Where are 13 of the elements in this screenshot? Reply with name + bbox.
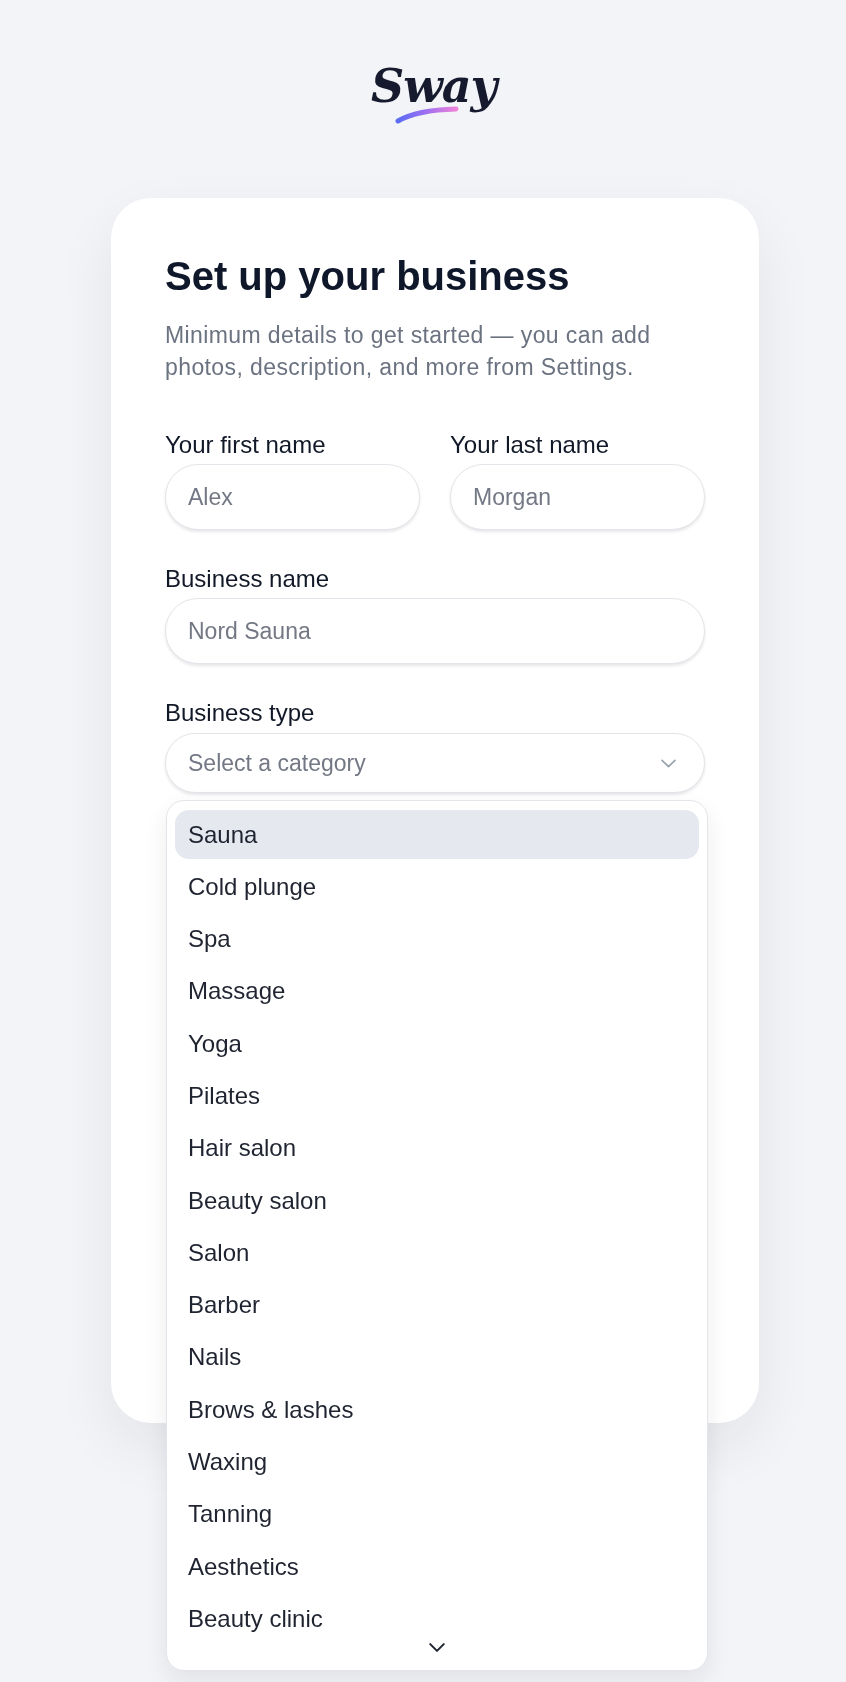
field-label: Your first name [165, 431, 327, 459]
chevron-down-icon [661, 758, 676, 768]
field-label: Your last name [450, 431, 611, 459]
last-name-field[interactable]: Morgan [450, 464, 705, 530]
first-name-field[interactable]: Alex [165, 464, 420, 530]
field-label: Business type [165, 699, 316, 727]
business-name-field[interactable]: Nord Sauna [165, 598, 705, 664]
chevron-down-icon[interactable] [429, 1643, 445, 1652]
page-title: Set up your business [165, 254, 571, 298]
business-type-select[interactable]: Select a category [165, 733, 705, 793]
category-option[interactable]: Sauna [175, 810, 699, 859]
field-label: Business name [165, 565, 331, 593]
subtitle-text: Minimum details to get started — you can add photos, description, and more from Settings. [165, 321, 652, 382]
